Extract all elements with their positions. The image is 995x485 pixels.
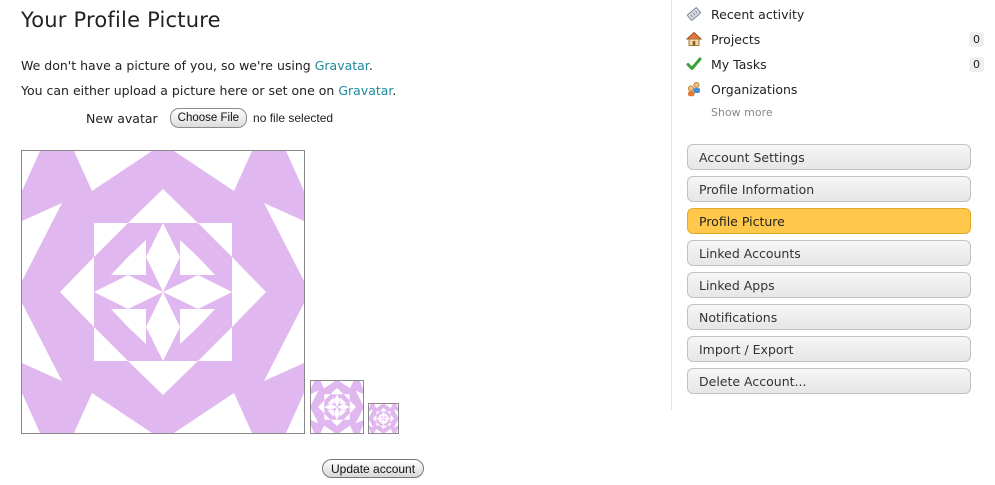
new-avatar-label: New avatar (86, 110, 158, 126)
menu-profile-information[interactable]: Profile Information (687, 176, 971, 202)
menu-account-settings[interactable]: Account Settings (687, 144, 971, 170)
upload-instructions: You can either upload a picture here or … (21, 83, 397, 98)
show-more-link[interactable]: Show more (711, 106, 773, 119)
nav-recent-activity[interactable]: Recent activity (686, 4, 984, 24)
page-title: Your Profile Picture (21, 8, 221, 32)
projects-count-badge: 0 (969, 31, 984, 47)
people-icon (686, 81, 702, 97)
identicon-image (369, 404, 398, 433)
update-account-button[interactable]: Update account (322, 459, 425, 478)
choose-file-button[interactable]: Choose File (169, 108, 248, 128)
identicon-image (22, 151, 304, 433)
avatar-medium (310, 380, 364, 434)
main-content: Your Profile Picture We don't have a pic… (0, 0, 670, 485)
avatar-small (368, 403, 399, 434)
menu-delete-account[interactable]: Delete Account... (687, 368, 971, 394)
menu-linked-apps[interactable]: Linked Apps (687, 272, 971, 298)
tasks-count-badge: 0 (969, 56, 984, 72)
nav-label: Organizations (711, 81, 798, 97)
nav-projects[interactable]: Projects 0 (686, 29, 984, 49)
avatar-large (21, 150, 305, 434)
nav-label: Projects (711, 31, 761, 47)
menu-import-export[interactable]: Import / Export (687, 336, 971, 362)
new-avatar-field: New avatar Choose File no file selected (86, 108, 333, 128)
nav-organizations[interactable]: Organizations (686, 79, 984, 99)
nav-label: My Tasks (711, 56, 767, 72)
identicon-image (311, 381, 363, 433)
menu-profile-picture[interactable]: Profile Picture (687, 208, 971, 234)
checkmark-icon (686, 56, 702, 72)
nav-label: Recent activity (711, 6, 805, 22)
menu-notifications[interactable]: Notifications (687, 304, 971, 330)
sidebar: Recent activity Projects 0 My Tasks 0 Or… (671, 0, 995, 410)
no-file-text: no file selected (253, 111, 334, 125)
gravatar-notice: We don't have a picture of you, so we're… (21, 58, 373, 73)
menu-linked-accounts[interactable]: Linked Accounts (687, 240, 971, 266)
gravatar-link-2[interactable]: Gravatar (338, 83, 392, 98)
gravatar-link[interactable]: Gravatar (315, 58, 369, 73)
nav-my-tasks[interactable]: My Tasks 0 (686, 54, 984, 74)
house-icon (686, 31, 702, 47)
clipboard-icon (686, 6, 702, 22)
